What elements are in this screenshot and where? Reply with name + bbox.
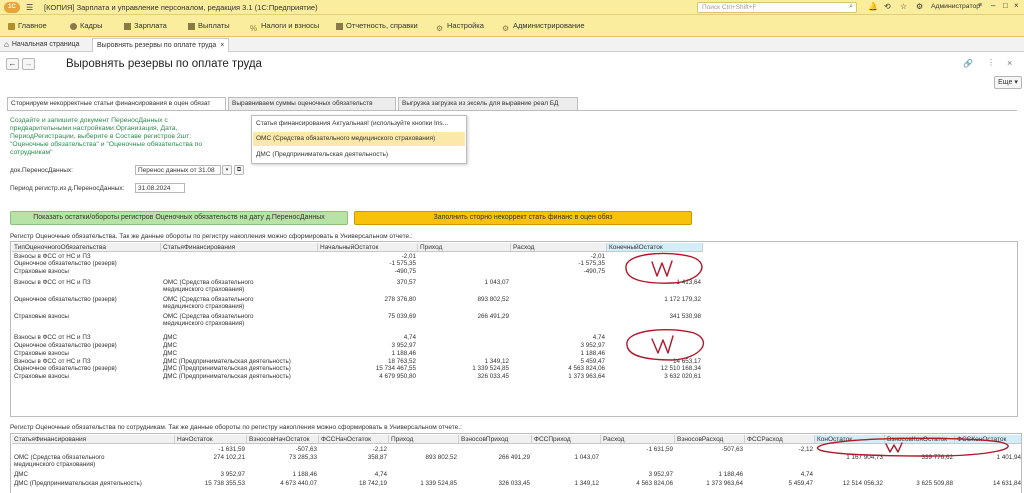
annotation-ellipse-3 <box>817 437 1009 457</box>
annotation-check-3 <box>885 442 903 453</box>
annotation-marks <box>625 252 1009 457</box>
annotation-check-2 <box>651 335 674 354</box>
annotation-check-1 <box>651 260 673 277</box>
